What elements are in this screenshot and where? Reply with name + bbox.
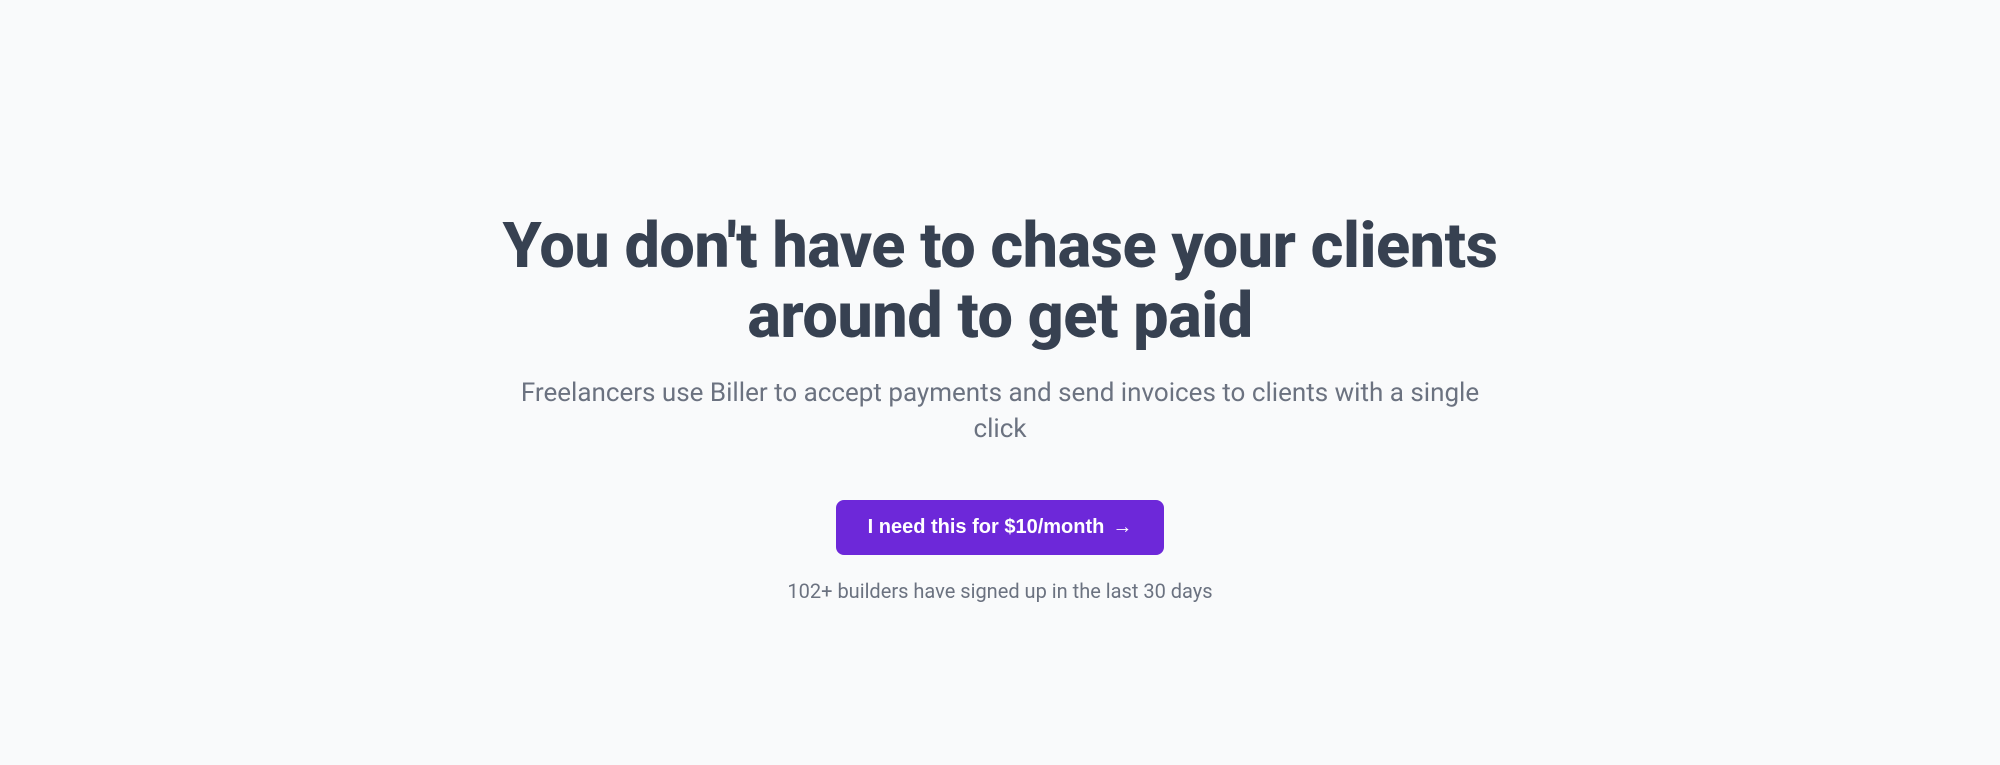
hero-subheadline: Freelancers use Biller to accept payment… [500,375,1500,448]
hero-headline: You don't have to chase your clients aro… [450,212,1550,351]
arrow-right-icon: → [1112,516,1132,539]
cta-button[interactable]: I need this for $10/month → [836,500,1165,555]
social-proof-text: 102+ builders have signed up in the last… [787,579,1212,603]
cta-label: I need this for $10/month [868,516,1105,539]
hero-section: You don't have to chase your clients aro… [450,212,1550,602]
